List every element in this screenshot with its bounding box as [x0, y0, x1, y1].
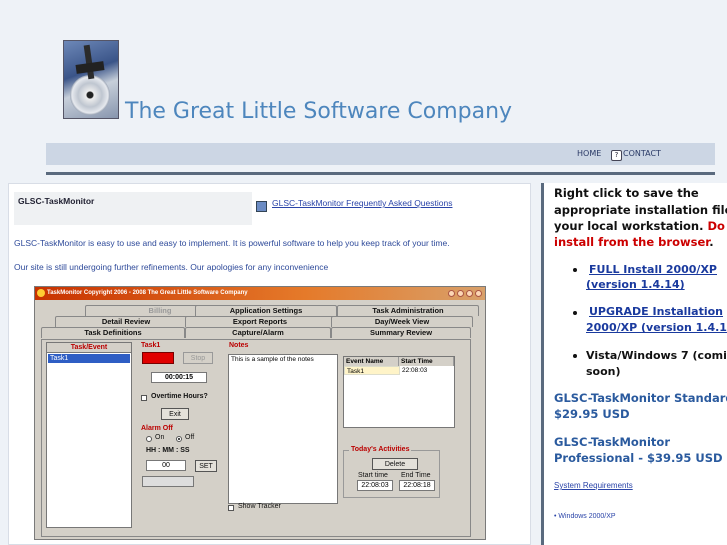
start-time-label: Start time [358, 472, 388, 479]
event-name-cell: Task1 [344, 366, 400, 375]
nav-home-link[interactable]: HOME [577, 149, 601, 158]
window-buttons [448, 290, 482, 297]
task-event-list: Task/Event Task1 [46, 342, 132, 528]
upgrade-install-version[interactable]: 2000/XP (version 1.4.14) [586, 320, 727, 336]
list-item: Task1 [48, 354, 130, 363]
bullet-icon [573, 311, 577, 315]
install-warning-b: install from the browser [554, 235, 710, 249]
vista-item-line2: soon) [586, 365, 621, 378]
company-logo [63, 40, 119, 119]
product-title: GLSC-TaskMonitor [18, 196, 95, 206]
pro-price-line2: Professional - $39.95 USD [554, 451, 723, 465]
elapsed-timer: 00:00:15 [151, 372, 207, 383]
tab-application-settings: Application Settings [195, 305, 337, 316]
app-titlebar: TaskMonitor Copyright 2006 - 2008 The Gr… [35, 287, 485, 300]
today-activities-label: Today's Activities [349, 446, 412, 453]
end-time-field: 22:08:18 [399, 480, 435, 491]
app-icon [37, 289, 45, 297]
full-install-version[interactable]: (version 1.4.14) [586, 277, 685, 293]
tab-detail-review: Detail Review [55, 316, 197, 327]
bullet-icon [573, 354, 577, 358]
pro-price-line1: GLSC-TaskMonitor [554, 435, 670, 449]
tab-export-reports: Export Reports [185, 316, 335, 327]
nav-divider [46, 172, 715, 175]
install-intro-line3: your local workstation. Do not [554, 219, 727, 233]
install-warning-a: Do not [707, 219, 727, 233]
product-description: GLSC-TaskMonitor is easy to use and easy… [14, 238, 450, 248]
event-table-header: Event Name Start Time [344, 357, 454, 366]
install-intro-period: . [709, 235, 714, 249]
tab-capture-alarm: Capture/Alarm [185, 327, 331, 338]
contact-icon[interactable]: ? [611, 150, 622, 161]
tab-task-definitions: Task Definitions [41, 327, 185, 338]
install-intro-line4: install from the browser. [554, 235, 714, 249]
alarm-off-radio [176, 436, 182, 442]
alarm-on-radio [146, 436, 152, 442]
faq-icon[interactable] [256, 201, 267, 212]
delete-button: Delete [372, 458, 418, 470]
standard-price-line2: $29.95 USD [554, 407, 630, 421]
start-button [142, 352, 174, 364]
system-requirements-link[interactable]: System Requirements [554, 481, 633, 490]
end-time-label: End Time [401, 472, 431, 479]
list-header: Task/Event [47, 343, 131, 353]
faq-link[interactable]: GLSC-TaskMonitor Frequently Asked Questi… [272, 198, 452, 208]
app-title: TaskMonitor Copyright 2006 - 2008 The Gr… [47, 290, 248, 296]
close-icon [475, 290, 482, 297]
alarm-group-label: Alarm Off [141, 425, 173, 432]
vista-item-line1: Vista/Windows 7 (coming [586, 349, 727, 362]
full-install-link[interactable]: FULL Install 2000/XP [589, 262, 717, 278]
page: The Great Little Software Company HOME ?… [0, 0, 727, 545]
help-icon [466, 290, 473, 297]
upgrade-install-link[interactable]: UPGRADE Installation [589, 304, 723, 320]
overtime-checkbox [141, 395, 147, 401]
capture-alarm-panel: Task/Event Task1 Task1 Stop 00:00:15 Ove… [41, 339, 471, 537]
start-time-cell: 22:08:03 [402, 367, 428, 374]
notes-label: Notes [229, 342, 249, 349]
site-notice: Our site is still undergoing further ref… [14, 262, 329, 272]
hammer-head-image [75, 61, 105, 74]
notes-area: This is a sample of the notes [228, 354, 338, 504]
install-intro-line1: Right click to save the [554, 186, 699, 200]
tab-summary-review: Summary Review [331, 327, 471, 338]
disc-image [70, 75, 110, 115]
bullet-icon [573, 268, 577, 272]
alarm-off-label: Off [185, 434, 195, 441]
minimize-icon [448, 290, 455, 297]
stop-button: Stop [183, 352, 213, 364]
maximize-icon [457, 290, 464, 297]
time-format-label: HH : MM : SS [146, 447, 190, 454]
tab-task-administration: Task Administration [337, 305, 479, 316]
overtime-label: Overtime Hours? [151, 393, 208, 400]
alarm-on-label: On [155, 434, 165, 441]
install-intro-line3a: your local workstation. [554, 219, 704, 233]
install-intro-line2: appropriate installation file to [554, 203, 727, 217]
show-tracker-checkbox [228, 505, 234, 511]
requirement-item: • Windows 2000/XP [554, 513, 616, 520]
table-row: Task1 22:08:03 [344, 366, 454, 375]
alarm-status-box [142, 476, 194, 487]
task-group-label: Task1 [141, 342, 161, 349]
show-tracker-label: Show Tracker [238, 503, 281, 510]
standard-price-line1: GLSC-TaskMonitor Standard - [554, 391, 727, 405]
app-screenshot: TaskMonitor Copyright 2006 - 2008 The Gr… [34, 286, 486, 540]
alarm-time-input: 00 [146, 460, 186, 471]
event-name-header: Event Name [344, 357, 399, 366]
nav-contact-link[interactable]: CONTACT [623, 149, 661, 158]
event-table: Event Name Start Time Task1 22:08:03 [343, 356, 455, 428]
start-time-header: Start Time [399, 357, 454, 366]
set-button: SET [195, 460, 217, 472]
start-time-field: 22:08:03 [357, 480, 393, 491]
company-name: The Great Little Software Company [125, 99, 513, 124]
tab-day-week-view: Day/Week View [331, 316, 473, 327]
exit-button: Exit [161, 408, 189, 420]
